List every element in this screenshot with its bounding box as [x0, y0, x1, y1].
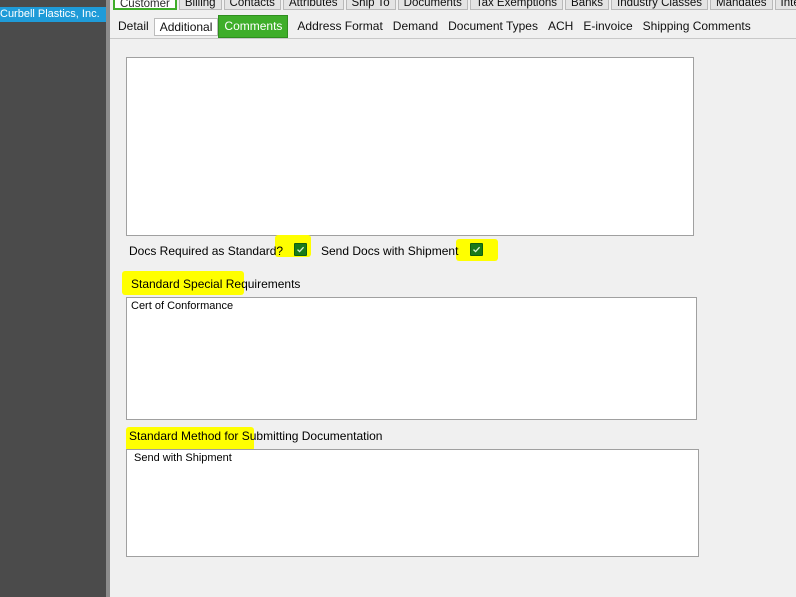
method-submitting-label: Standard Method for Submitting Documenta…	[129, 429, 383, 443]
tab-contacts[interactable]: Contacts	[223, 0, 281, 10]
tab-divider	[110, 38, 796, 39]
subtab-detail[interactable]: Detail	[113, 16, 154, 36]
tab-mandates[interactable]: Mandates	[710, 0, 773, 10]
special-requirements-textarea[interactable]: Cert of Conformance	[126, 297, 697, 420]
tree-item-selected-customer[interactable]: Curbell Plastics, Inc.	[0, 7, 106, 22]
top-tab-bar: Customer Billing Contacts Attributes Ship To…	[113, 0, 796, 10]
docs-required-checkbox[interactable]	[294, 243, 307, 256]
method-submitting-textarea[interactable]: Send with Shipment	[126, 449, 699, 557]
tab-banks[interactable]: Banks	[565, 0, 609, 10]
subtab-demand[interactable]: Demand	[388, 16, 443, 36]
subtab-ach[interactable]: ACH	[543, 16, 578, 36]
left-tree-pane: ers Curbell Plastics, Inc.	[0, 0, 106, 597]
checkmark-icon	[297, 246, 305, 253]
tab-ship-to[interactable]: Ship To	[345, 0, 396, 10]
tab-documents[interactable]: Documents	[397, 0, 468, 10]
tab-integ[interactable]: Integ	[774, 0, 796, 10]
subtab-comments[interactable]: Comments	[218, 15, 289, 38]
tree-item-partial[interactable]: ers	[0, 0, 15, 3]
subtab-shipping-comments[interactable]: Shipping Comments	[638, 16, 756, 36]
subtab-document-types[interactable]: Document Types	[443, 16, 543, 36]
tab-attributes[interactable]: Attributes	[282, 0, 344, 10]
main-panel: Customer Billing Contacts Attributes Ship To…	[110, 0, 796, 597]
subtab-e-invoice[interactable]: E-invoice	[578, 16, 637, 36]
sub-tab-bar: Detail Additional Comments Address Format De…	[113, 15, 756, 38]
subtab-address-format[interactable]: Address Format	[292, 16, 387, 36]
checkmark-icon	[473, 246, 481, 253]
tab-industry-classes[interactable]: Industry Classes	[611, 0, 709, 10]
subtab-additional[interactable]: Additional	[153, 18, 219, 36]
tab-billing[interactable]: Billing	[178, 0, 222, 10]
send-docs-label: Send Docs with Shipment	[321, 244, 459, 258]
comments-textarea[interactable]	[126, 57, 694, 236]
special-requirements-label: Standard Special Requirements	[131, 277, 301, 291]
docs-required-label: Docs Required as Standard?	[129, 244, 284, 258]
tab-tax-exemptions[interactable]: Tax Exemptions	[469, 0, 564, 10]
send-docs-checkbox[interactable]	[470, 243, 483, 256]
tab-customer[interactable]: Customer	[113, 0, 177, 10]
